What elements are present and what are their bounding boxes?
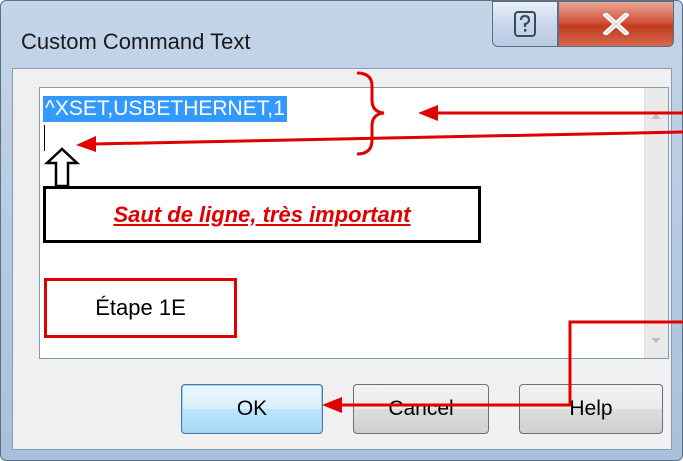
step-label-box: Étape 1E	[44, 278, 237, 338]
scroll-down-arrow-icon[interactable]	[647, 332, 665, 350]
cancel-button[interactable]: Cancel	[353, 384, 489, 434]
ok-button[interactable]: OK	[181, 384, 323, 434]
line-break-note-text: Saut de ligne, très important	[113, 201, 411, 227]
scroll-up-arrow-icon[interactable]	[647, 107, 665, 125]
vertical-scrollbar[interactable]	[644, 88, 668, 358]
close-icon	[603, 13, 629, 35]
command-text-selection[interactable]: ^XSET,USBETHERNET,1	[43, 96, 287, 122]
help-icon	[514, 11, 536, 37]
help-button[interactable]: Help	[519, 384, 663, 434]
window-title: Custom Command Text	[21, 29, 251, 54]
help-caption-button[interactable]	[492, 1, 558, 47]
text-caret	[44, 125, 45, 151]
close-caption-button[interactable]	[558, 1, 674, 47]
line-break-note-callout: Saut de ligne, très important	[43, 186, 481, 243]
dialog-window: Custom Command Text ^XSET,USBETHERNET,1 …	[0, 0, 683, 461]
step-label-text: Étape 1E	[95, 295, 186, 320]
